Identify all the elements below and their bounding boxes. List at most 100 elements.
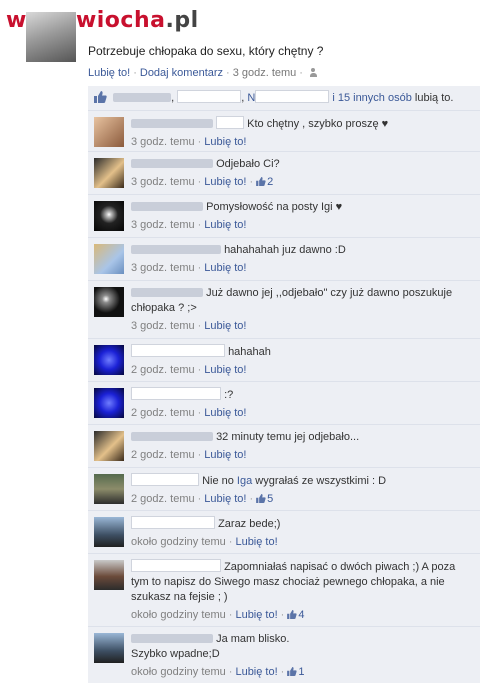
comment-text: Pomysłowość na posty Igi ♥ [206,201,343,213]
liker-name-link[interactable]: N [247,92,255,104]
commenter-avatar[interactable] [94,345,124,375]
like-count[interactable]: 2 [267,176,273,188]
comment-like-link[interactable]: Lubię to! [235,666,277,678]
blurred-name[interactable] [113,93,172,102]
add-comment-link[interactable]: Dodaj komentarz [140,67,223,79]
redacted-name[interactable] [131,559,221,572]
comment-text: Zaraz bede;) [218,518,281,530]
post-time[interactable]: 3 godz. temu [233,67,297,79]
post-actions: Lubię to! · Dodaj komentarz · 3 godz. temu · [88,67,320,79]
commenter-avatar[interactable] [94,158,124,188]
comment-text: Kto chętny , szybko proszę ♥ [247,118,389,130]
others-liked-link[interactable]: i 15 innych osób [332,92,412,104]
comment-time[interactable]: 3 godz. temu [131,262,195,274]
thumbs-up-icon [94,91,107,103]
comment-item: Zaraz bede;) około godziny temu · Lubię to… [88,511,480,554]
comment-time[interactable]: 2 godz. temu [131,449,195,461]
likes-summary: , , N i 15 innych osób lubią to. [88,86,480,111]
comment-like-link[interactable]: Lubię to! [204,493,246,505]
blurred-name[interactable] [131,119,213,128]
separator-dot: · [249,176,254,188]
commenter-avatar[interactable] [94,287,124,317]
blurred-name[interactable] [131,202,203,211]
comment-item: Ja mam blisko. Szybko wpadne;D około god… [88,627,480,683]
post-like-link[interactable]: Lubię to! [88,67,130,79]
redacted-name[interactable] [131,344,225,357]
redacted-name[interactable] [177,90,242,103]
comment-like-link[interactable]: Lubię to! [204,219,246,231]
blurred-name[interactable] [131,159,213,168]
comment-time[interactable]: 3 godz. temu [131,219,195,231]
comment-time[interactable]: 2 godz. temu [131,493,195,505]
redacted-name[interactable] [131,473,199,486]
comment-like-link[interactable]: Lubię to! [204,407,246,419]
commenter-avatar[interactable] [94,474,124,504]
comment-like-link[interactable]: Lubię to! [204,320,246,332]
likes-comma: , [241,92,245,104]
like-count[interactable]: 1 [298,666,304,678]
comment-time[interactable]: 2 godz. temu [131,407,195,419]
separator-dot: · [197,320,202,332]
comment-text: Nie no [202,475,237,487]
redacted-name[interactable] [131,516,215,529]
comment-text: hahahahah juz dawno :D [224,244,346,256]
comment-time[interactable]: 3 godz. temu [131,176,195,188]
like-count[interactable]: 4 [298,609,304,621]
comment-like-link[interactable]: Lubię to! [235,536,277,548]
separator-dot: · [226,67,230,79]
like-count-icon [256,494,266,503]
redacted-name[interactable] [216,116,245,129]
post-text: Potrzebuje chłopaka do sexu, który chętn… [88,44,324,58]
separator-dot: · [280,666,285,678]
separator-dot: · [197,219,202,231]
comment-item: Kto chętny , szybko proszę ♥ 3 godz. tem… [88,111,480,152]
comment-like-link[interactable]: Lubię to! [204,176,246,188]
separator-dot: · [133,67,137,79]
commenter-avatar[interactable] [94,517,124,547]
comment-item: Nie no Iga wygrałaś ze wszystkimi : D 2 … [88,468,480,511]
blurred-name[interactable] [131,432,213,441]
comment-text-line2: Szybko wpadne;D [131,648,220,660]
comment-like-link[interactable]: Lubię to! [204,136,246,148]
mention-link[interactable]: Iga [237,475,252,487]
commenter-avatar[interactable] [94,560,124,590]
comment-item: Odjebało Ci? 3 godz. temu · Lubię to! · 2 [88,152,480,195]
blurred-name[interactable] [131,634,213,643]
poster-avatar[interactable] [26,12,76,62]
separator-dot: · [197,407,202,419]
like-count-icon [287,610,297,619]
comment-item: hahahahah juz dawno :D 3 godz. temu · Lubi… [88,238,480,281]
comment-like-link[interactable]: Lubię to! [204,364,246,376]
comment-like-link[interactable]: Lubię to! [204,449,246,461]
comment-item: 32 minuty temu jej odjebało... 2 godz. t… [88,425,480,468]
separator-dot: · [197,364,202,376]
comment-time[interactable]: około godziny temu [131,536,226,548]
comment-time[interactable]: około godziny temu [131,666,226,678]
comment-time[interactable]: 3 godz. temu [131,320,195,332]
commenter-avatar[interactable] [94,201,124,231]
comment-like-link[interactable]: Lubię to! [235,609,277,621]
commenter-avatar[interactable] [94,633,124,663]
like-count[interactable]: 5 [267,493,273,505]
blurred-name[interactable] [131,288,203,297]
redacted-name[interactable] [255,90,330,103]
commenter-avatar[interactable] [94,244,124,274]
separator-dot: · [228,536,233,548]
comment-time[interactable]: 2 godz. temu [131,364,195,376]
likes-comma: , [171,92,175,104]
comment-time[interactable]: około godziny temu [131,609,226,621]
comment-item: Już dawno jej ,,odjebało" czy już dawno … [88,281,480,339]
separator-dot: · [280,609,285,621]
comment-thread: , , N i 15 innych osób lubią to. Kto chę… [88,86,480,683]
comment-like-link[interactable]: Lubię to! [204,262,246,274]
comment-text: Ja mam blisko. [216,633,290,645]
commenter-avatar[interactable] [94,117,124,147]
audience-icon[interactable] [309,68,320,77]
comment-item: hahahah 2 godz. temu · Lubię to! [88,339,480,382]
blurred-name[interactable] [131,245,221,254]
commenter-avatar[interactable] [94,388,124,418]
separator-dot: · [228,666,233,678]
redacted-name[interactable] [131,387,221,400]
comment-time[interactable]: 3 godz. temu [131,136,195,148]
commenter-avatar[interactable] [94,431,124,461]
